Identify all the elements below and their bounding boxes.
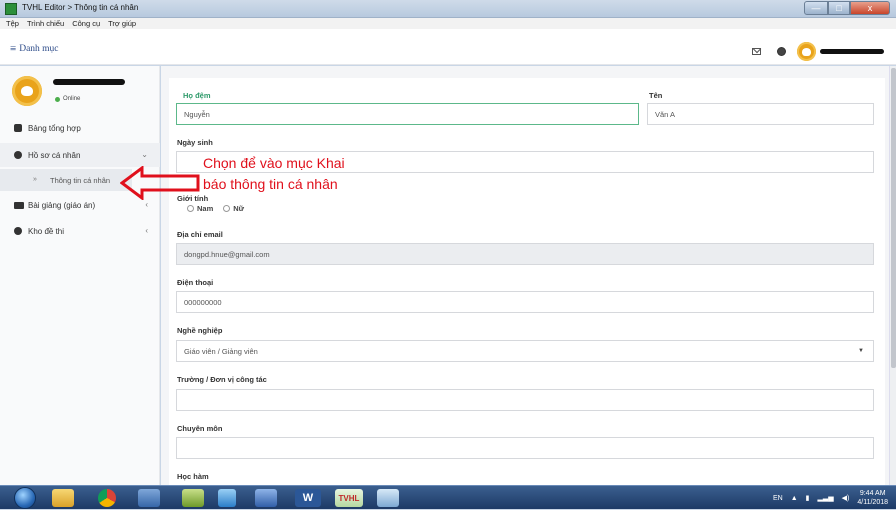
clock-date: 4/11/2018	[857, 499, 888, 506]
minimize-button[interactable]: —	[804, 1, 828, 15]
sidebar-subitem-label: Thông tin cá nhân	[50, 176, 111, 185]
app-taskbar-icon[interactable]	[182, 489, 204, 507]
dashboard-icon	[14, 124, 22, 132]
cube-taskbar-icon[interactable]	[218, 489, 236, 507]
label-phone: Điện thoại	[177, 278, 214, 287]
sidebar-item-exam-bank[interactable]: Kho đề thi ‹	[0, 219, 160, 243]
radio-label: Nữ	[233, 204, 245, 213]
category-menu-label: Danh mục	[19, 44, 59, 54]
online-dot-icon	[55, 96, 60, 102]
hamburger-icon: ≡	[10, 42, 17, 55]
caret-down-icon: ▼	[858, 348, 864, 354]
windows-taskbar: W TVHL EN ▲ ▮ ▂▃▅ ◀) 9:44 AM 4/11/2018	[0, 485, 896, 509]
scrollbar-thumb[interactable]	[891, 68, 896, 368]
annotation-line-2: báo thông tin cá nhân	[203, 176, 338, 192]
slides-icon	[14, 202, 24, 209]
label-specialty: Chuyên môn	[177, 424, 223, 433]
vertical-scrollbar[interactable]	[889, 66, 896, 485]
app-window: TVHL Editor > Thông tin cá nhân — □ x Tệ…	[0, 0, 896, 509]
sidebar: Online Bảng tổng hợp Hồ sơ cá nhân ⌄ » T…	[0, 66, 160, 485]
profile-form: Họ đệm Nguyễn Tên Văn A Ngày sinh Giới t…	[169, 78, 885, 485]
category-menu-button[interactable]: ≡ Danh mục	[10, 42, 59, 55]
label-ten: Tên	[649, 91, 663, 100]
radio-nam[interactable]: Nam	[187, 204, 213, 213]
network-taskbar-icon[interactable]	[138, 489, 160, 507]
online-status: Online	[55, 96, 80, 102]
sidebar-item-profile[interactable]: Hồ sơ cá nhân ⌄	[0, 143, 160, 167]
sidebar-avatar	[12, 76, 42, 106]
chevron-left-icon: ‹	[145, 226, 148, 235]
paint-taskbar-icon[interactable]	[377, 489, 399, 507]
top-header: ≡ Danh mục	[0, 29, 896, 65]
sidebar-item-label: Bài giảng (giáo án)	[28, 201, 96, 210]
phone-input[interactable]: 000000000	[176, 291, 874, 313]
tvhl-taskbar-icon[interactable]: TVHL	[335, 489, 363, 507]
sidebar-item-label: Kho đề thi	[28, 227, 65, 236]
users-taskbar-icon[interactable]	[255, 489, 277, 507]
chevron-down-icon: ⌄	[141, 150, 148, 159]
clock-time: 9:44 AM	[859, 490, 886, 497]
explorer-taskbar-icon[interactable]	[52, 489, 74, 507]
occupation-selected-value: Giáo viên / Giảng viên	[184, 346, 258, 356]
user-circle-icon	[14, 151, 22, 159]
label-workplace: Trường / Đơn vị công tác	[177, 375, 267, 384]
label-ngay-sinh: Ngày sinh	[177, 138, 213, 147]
annotation-line-1: Chọn để vào mục Khai	[203, 155, 345, 171]
show-hidden-icons-icon[interactable]: ▲	[791, 495, 798, 502]
ho-dem-input[interactable]: Nguyễn	[176, 103, 639, 125]
start-button[interactable]	[6, 486, 44, 510]
radio-nu[interactable]: Nữ	[223, 204, 244, 213]
menu-file[interactable]: Tệp	[6, 19, 19, 28]
title-bar: TVHL Editor > Thông tin cá nhân — □ x	[0, 0, 896, 18]
window-title: TVHL Editor > Thông tin cá nhân	[22, 3, 139, 12]
signal-icon[interactable]: ▂▃▅	[818, 494, 834, 502]
specialty-input[interactable]	[176, 437, 874, 459]
sidebar-username-redacted	[53, 79, 125, 85]
gender-radio-group: Nam Nữ	[187, 204, 244, 213]
chrome-taskbar-icon[interactable]	[98, 489, 116, 507]
close-button[interactable]: x	[850, 1, 890, 15]
menu-slideshow[interactable]: Trình chiếu	[27, 19, 64, 28]
language-indicator[interactable]: EN	[773, 495, 783, 502]
header-username-redacted[interactable]	[820, 49, 884, 54]
volume-icon[interactable]: ◀)	[842, 494, 850, 502]
menu-tools[interactable]: Công cụ	[72, 19, 100, 28]
sidebar-item-label: Hồ sơ cá nhân	[28, 151, 81, 160]
question-icon	[14, 227, 22, 235]
label-academic-title: Học hàm	[177, 472, 209, 481]
label-email: Địa chỉ email	[177, 230, 223, 239]
label-ho-dem: Họ đệm	[183, 91, 211, 100]
email-field: dongpd.hnue@gmail.com	[176, 243, 874, 265]
system-tray: EN ▲ ▮ ▂▃▅ ◀) 9:44 AM 4/11/2018	[773, 486, 888, 510]
main-content: Họ đệm Nguyễn Tên Văn A Ngày sinh Giới t…	[161, 66, 889, 485]
radio-circle-icon	[223, 205, 231, 212]
radio-circle-icon	[187, 205, 194, 212]
sidebar-item-dashboard[interactable]: Bảng tổng hợp	[0, 116, 160, 140]
occupation-select[interactable]: Giáo viên / Giảng viên ▼	[176, 340, 874, 362]
annotation-arrow-icon	[120, 166, 200, 200]
globe-icon[interactable]	[777, 47, 786, 56]
menu-help[interactable]: Trợ giúp	[108, 19, 136, 28]
ten-input[interactable]: Văn A	[647, 103, 874, 125]
word-taskbar-icon[interactable]: W	[295, 489, 321, 507]
chevron-left-icon: ‹	[145, 200, 148, 209]
header-avatar[interactable]	[797, 42, 816, 61]
network-icon[interactable]: ▮	[806, 494, 810, 502]
label-occupation: Nghề nghiệp	[177, 326, 223, 335]
menu-bar: Tệp Trình chiếu Công cụ Trợ giúp	[0, 18, 896, 29]
window-controls: — □ x	[804, 1, 890, 15]
double-chevron-icon: »	[33, 176, 37, 183]
annotation-text: Chọn để vào mục Khai báo thông tin cá nh…	[203, 153, 443, 195]
clock[interactable]: 9:44 AM 4/11/2018	[857, 489, 888, 507]
windows-orb-icon	[14, 487, 36, 509]
maximize-button[interactable]: □	[828, 1, 850, 15]
online-status-text: Online	[63, 96, 81, 102]
sidebar-item-label: Bảng tổng hợp	[28, 124, 81, 133]
radio-label: Nam	[197, 204, 214, 213]
workplace-input[interactable]	[176, 389, 874, 411]
mail-icon[interactable]	[752, 48, 761, 55]
sidebar-subitem-personal-info[interactable]: » Thông tin cá nhân	[0, 169, 132, 191]
app-icon	[5, 3, 17, 15]
